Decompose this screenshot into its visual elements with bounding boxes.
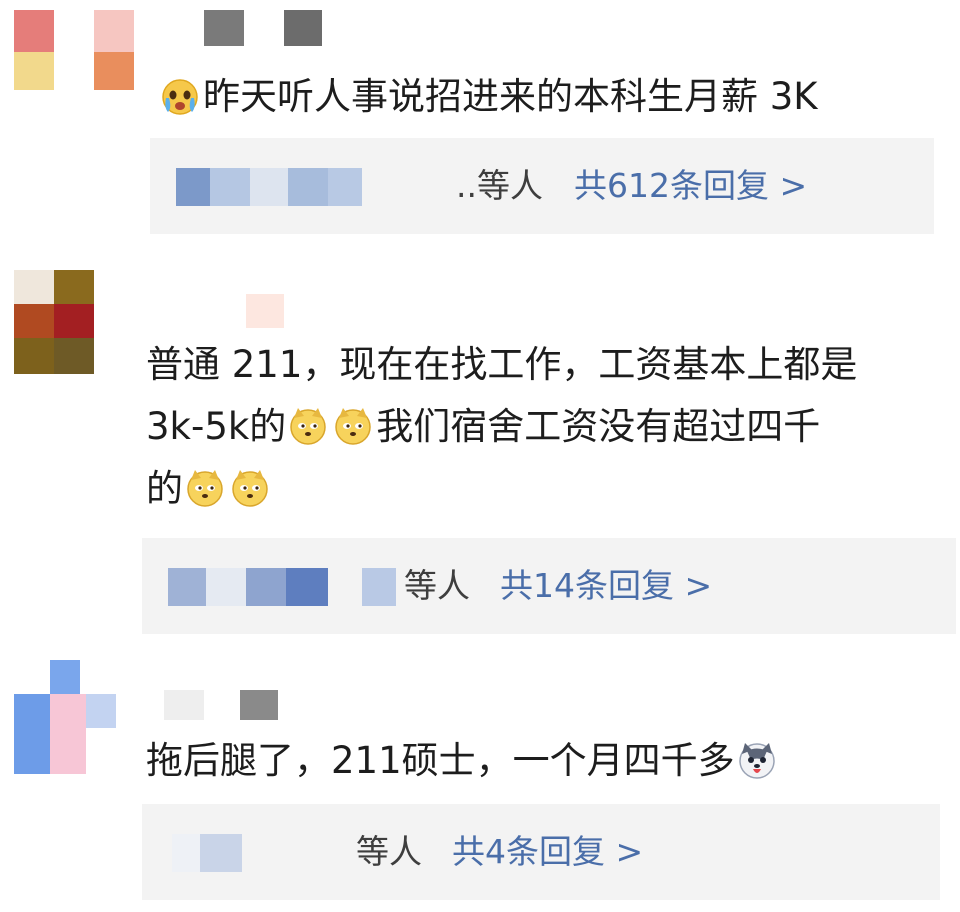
comment-2-line-2b: 我们宿舍工资没有超过四千 bbox=[376, 405, 821, 448]
reply-box-1[interactable]: ..等人 共612条回复 > bbox=[150, 138, 934, 234]
crying-face-icon bbox=[162, 79, 198, 115]
reply-suffix-3: 等人 bbox=[356, 832, 422, 871]
comment-text-2: 普通 211，现在在找工作，工资基本上都是 3k-5k的 我们宿舍工资没有超过四… bbox=[146, 334, 857, 520]
doge-icon bbox=[290, 408, 327, 445]
avatar-2[interactable] bbox=[14, 270, 126, 380]
comment-text-1: 昨天听人事说招进来的本科生月薪 3K bbox=[158, 66, 818, 128]
avatar-3[interactable] bbox=[14, 660, 126, 774]
comment-text-3: 拖后腿了，211硕士，一个月四千多 bbox=[146, 730, 780, 792]
reply-suffix-2: 等人 bbox=[404, 566, 470, 605]
view-replies-link-1[interactable]: 共612条回复 > bbox=[574, 164, 807, 208]
view-replies-link-3[interactable]: 共4条回复 > bbox=[452, 830, 643, 874]
comment-3-text: 拖后腿了，211硕士，一个月四千多 bbox=[146, 739, 735, 782]
reply-box-2[interactable]: 等人 共14条回复 > bbox=[142, 538, 956, 634]
view-replies-link-2[interactable]: 共14条回复 > bbox=[500, 564, 712, 608]
reply-suffix-1: ..等人 bbox=[456, 166, 543, 205]
husky-icon bbox=[738, 743, 775, 779]
comment-2-line-3: 的 bbox=[146, 458, 857, 520]
doge-icon bbox=[335, 408, 372, 445]
comment-2-line-2a: 3k-5k的 bbox=[146, 405, 287, 448]
comment-2-line-1: 普通 211，现在在找工作，工资基本上都是 bbox=[146, 343, 858, 386]
reply-box-3[interactable]: 等人 共4条回复 > bbox=[142, 804, 940, 900]
comment-1-text: 昨天听人事说招进来的本科生月薪 3K bbox=[203, 75, 818, 118]
doge-icon bbox=[187, 470, 223, 507]
doge-icon bbox=[232, 470, 268, 507]
comment-2-line-2: 3k-5k的 我们宿舍工资没有超过四千 bbox=[146, 396, 857, 458]
avatar-1[interactable] bbox=[14, 10, 134, 120]
comment-2-line-3-text: 的 bbox=[146, 467, 183, 510]
